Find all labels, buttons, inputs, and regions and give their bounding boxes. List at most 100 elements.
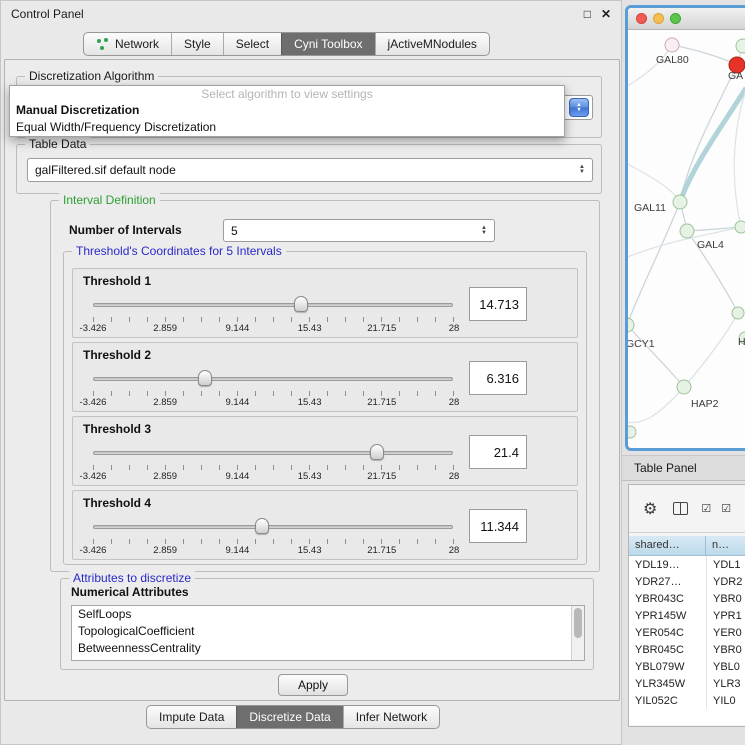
gear-icon[interactable]: ⚙: [643, 499, 657, 519]
tab-select[interactable]: Select: [223, 33, 281, 55]
slider-thumb[interactable]: [255, 518, 269, 534]
attributes-group: Attributes to discretize Numerical Attri…: [60, 578, 594, 670]
tab-discretize-data[interactable]: Discretize Data: [236, 706, 342, 728]
scale-tick-label: 15.43: [298, 545, 322, 556]
slider-scale: -3.4262.8599.14415.4321.71528: [93, 471, 454, 483]
threshold-value-field[interactable]: 14.713: [469, 287, 527, 321]
tab-label: Infer Network: [356, 710, 427, 724]
scale-tick-label: 9.144: [226, 397, 250, 408]
network-node-label: GAL80: [656, 54, 689, 66]
number-of-intervals-combo[interactable]: 5 ▲ ▼: [223, 219, 495, 242]
attribute-list-item[interactable]: SelfLoops: [72, 606, 584, 623]
tab-infer-network[interactable]: Infer Network: [343, 706, 439, 728]
table-row[interactable]: YBR043CYBR0: [629, 590, 745, 607]
slider-track: [93, 451, 453, 455]
table-panel-toolbar: ⚙ ☑ ☑: [629, 485, 745, 533]
threshold-slider[interactable]: [93, 517, 453, 535]
tab-label: Discretize Data: [249, 710, 330, 724]
threshold-label: Threshold 1: [83, 274, 151, 288]
network-node-gal11[interactable]: [673, 195, 687, 209]
table-row[interactable]: YBL079WYBL0: [629, 658, 745, 675]
zoom-traffic-light-icon[interactable]: [670, 13, 681, 24]
slider-thumb[interactable]: [198, 370, 212, 386]
table-row[interactable]: YDR27…YDR2: [629, 573, 745, 590]
tab-network[interactable]: Network: [84, 33, 171, 55]
numerical-attributes-list[interactable]: SelfLoopsTopologicalCoefficientBetweenne…: [71, 605, 585, 661]
table-row[interactable]: YLR345WYLR3: [629, 675, 745, 692]
table-panel-title: Table Panel: [634, 461, 697, 475]
scale-tick-label: 2.859: [153, 397, 177, 408]
number-of-intervals-value: 5: [231, 224, 238, 238]
network-node[interactable]: [736, 39, 745, 53]
list-scrollbar[interactable]: [571, 606, 584, 660]
attribute-list-item[interactable]: TopologicalCoefficient: [72, 623, 584, 640]
slider-thumb[interactable]: [294, 296, 308, 312]
cell-shared-name: YBL079W: [629, 661, 706, 673]
network-node-gal80[interactable]: [665, 38, 679, 52]
table-row[interactable]: YIL052CYIL0: [629, 692, 745, 709]
scale-tick-label: -3.426: [80, 545, 107, 556]
threshold-panel-2: Threshold 2-3.4262.8599.14415.4321.71528…: [72, 342, 578, 412]
table-row[interactable]: YPR145WYPR1: [629, 607, 745, 624]
network-node-hap2[interactable]: [677, 380, 691, 394]
table-row[interactable]: YDL19…YDL1: [629, 556, 745, 573]
table-data-combo[interactable]: galFiltered.sif default node ▲ ▼: [27, 158, 593, 182]
dropdown-option-equal-width-frequency[interactable]: Equal Width/Frequency Discretization: [10, 119, 564, 136]
network-svg[interactable]: GAL80GAGAL11GAL4GCY1HHAP2: [628, 30, 745, 445]
network-node[interactable]: [735, 221, 745, 233]
scale-tick-label: 2.859: [153, 471, 177, 482]
network-view-window: GAL80GAGAL11GAL4GCY1HHAP2: [625, 5, 745, 451]
network-node-gal4[interactable]: [680, 224, 694, 238]
tab-jactivemnodules[interactable]: jActiveMNodules: [375, 33, 489, 55]
scrollbar-thumb[interactable]: [574, 608, 582, 638]
close-traffic-light-icon[interactable]: [636, 13, 647, 24]
combo-down-arrow-icon: ▼: [576, 108, 581, 113]
tab-style[interactable]: Style: [171, 33, 223, 55]
top-tab-bar: NetworkStyleSelectCyni Toolbox jActiveMNo…: [83, 32, 490, 56]
scale-tick-label: 21.715: [367, 323, 396, 334]
threshold-label: Threshold 2: [83, 348, 151, 362]
network-node-gcy1[interactable]: [628, 318, 634, 332]
checkbox-select-icon[interactable]: ☑: [721, 502, 731, 515]
network-node-label: GAL11: [634, 202, 666, 214]
cell-name: YER0: [706, 624, 745, 641]
thresholds-group: Threshold's Coordinates for 5 Intervals …: [63, 251, 587, 565]
column-selector-icon[interactable]: [673, 502, 688, 515]
float-window-icon[interactable]: □: [584, 7, 591, 21]
slider-scale: -3.4262.8599.14415.4321.71528: [93, 397, 454, 409]
tab-impute-data[interactable]: Impute Data: [147, 706, 236, 728]
column-header-name[interactable]: n…: [706, 536, 745, 555]
cell-name: YBR0: [706, 641, 745, 658]
close-icon[interactable]: ✕: [601, 7, 611, 21]
slider-ticks: [93, 465, 454, 470]
cell-name: YIL0: [706, 692, 745, 709]
cell-shared-name: YDR27…: [629, 576, 706, 588]
network-node[interactable]: [628, 426, 636, 438]
slider-thumb[interactable]: [370, 444, 384, 460]
table-row[interactable]: YBR045CYBR0: [629, 641, 745, 658]
table-data-group: Table Data galFiltered.sif default node …: [16, 144, 602, 194]
tab-label: jActiveMNodules: [388, 37, 477, 51]
table-panel-titlebar: Table Panel: [622, 455, 745, 481]
scale-tick-label: 21.715: [367, 397, 396, 408]
threshold-value-field[interactable]: 6.316: [469, 361, 527, 395]
table-panel: ⚙ ☑ ☑ shared… n… YDL19…YDL1YDR27…YDR2YBR…: [628, 484, 745, 727]
checkbox-select-all-icon[interactable]: ☑: [701, 502, 711, 515]
dropdown-option-manual-discretization[interactable]: Manual Discretization: [10, 102, 564, 119]
scale-tick-label: 21.715: [367, 545, 396, 556]
threshold-slider[interactable]: [93, 295, 453, 313]
threshold-label: Threshold 4: [83, 496, 151, 510]
table-row[interactable]: YER054CYER0: [629, 624, 745, 641]
combo-dropdown-button[interactable]: ▲ ▼: [569, 98, 589, 117]
threshold-panel-1: Threshold 1-3.4262.8599.14415.4321.71528…: [72, 268, 578, 338]
column-header-shared-name[interactable]: shared…: [629, 536, 706, 555]
threshold-slider[interactable]: [93, 369, 453, 387]
apply-button[interactable]: Apply: [278, 674, 348, 696]
threshold-slider[interactable]: [93, 443, 453, 461]
threshold-value-field[interactable]: 21.4: [469, 435, 527, 469]
network-node[interactable]: [732, 307, 744, 319]
threshold-value-field[interactable]: 11.344: [469, 509, 527, 543]
tab-cyni-toolbox[interactable]: Cyni Toolbox: [281, 33, 374, 55]
minimize-traffic-light-icon[interactable]: [653, 13, 664, 24]
attribute-list-item[interactable]: BetweennessCentrality: [72, 640, 584, 657]
